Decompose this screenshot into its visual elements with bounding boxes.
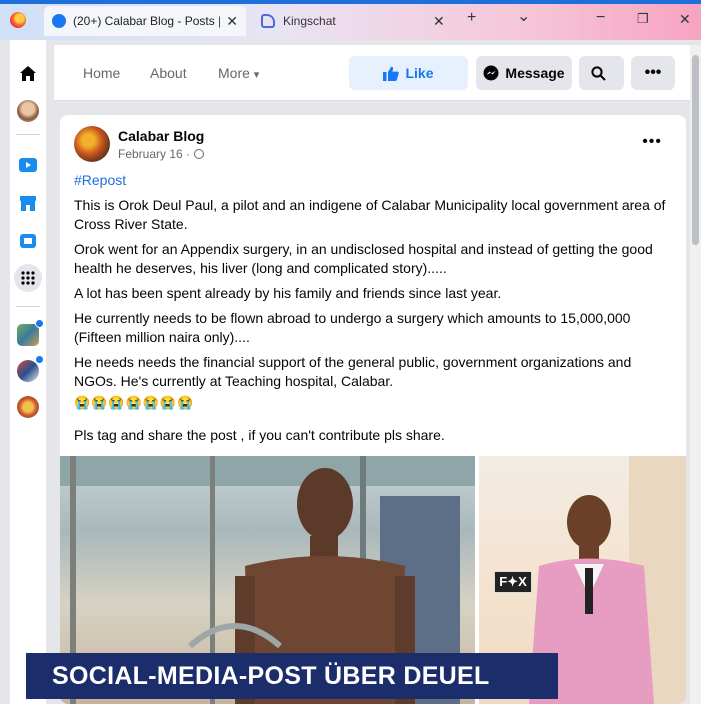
messenger-icon — [483, 65, 499, 81]
tab-list-dropdown-icon[interactable]: ⌄ — [517, 6, 530, 26]
post-paragraph: He currently needs to be flown abroad to… — [74, 310, 631, 345]
menu-grid-icon[interactable] — [14, 264, 42, 292]
post-share-line: Pls tag and share the post , if you can'… — [74, 427, 445, 443]
fix-logo: F✦X — [494, 571, 532, 593]
facebook-favicon-icon — [52, 14, 66, 28]
nav-about-link[interactable]: About — [150, 65, 187, 81]
hashtag-link[interactable]: #Repost — [74, 172, 126, 188]
thumbs-up-icon — [383, 66, 400, 81]
message-button[interactable]: Message — [476, 56, 572, 90]
page-avatar[interactable] — [74, 126, 110, 162]
search-button[interactable] — [579, 56, 624, 90]
post-options-button[interactable]: ••• — [642, 133, 662, 151]
window-close-button[interactable]: ✕ — [679, 11, 691, 28]
rail-divider — [16, 134, 40, 135]
window-restore-button[interactable]: ❐ — [637, 11, 649, 27]
shortcut-profile-icon[interactable] — [15, 394, 41, 420]
rail-divider — [16, 306, 40, 307]
home-icon[interactable] — [15, 60, 41, 86]
profile-icon[interactable] — [15, 98, 41, 124]
watch-icon[interactable] — [15, 152, 41, 178]
nav-home-link[interactable]: Home — [83, 65, 120, 81]
caret-down-icon: ▾ — [253, 69, 260, 81]
post-meta: February 16 · — [118, 147, 205, 161]
window-minimize-button[interactable]: − — [596, 9, 605, 27]
tab-kingschat[interactable]: Kingschat ✕ — [255, 6, 455, 36]
post-paragraph: He needs needs the financial support of … — [74, 354, 632, 389]
browser-tab-strip: (20+) Calabar Blog - Posts | Face ✕ King… — [0, 0, 701, 40]
post-card: Calabar Blog February 16 · ••• #Repost T… — [60, 115, 686, 704]
caption-banner: SOCIAL-MEDIA-POST ÜBER DEUEL — [26, 653, 558, 699]
tab-title: (20+) Calabar Blog - Posts | Face — [73, 14, 221, 28]
post-author[interactable]: Calabar Blog — [118, 128, 204, 144]
notification-dot-icon — [35, 355, 44, 364]
crying-emoji-row: 😭😭😭😭😭😭😭 — [74, 395, 195, 410]
notification-dot-icon — [35, 319, 44, 328]
tab-close-icon[interactable]: ✕ — [433, 13, 445, 30]
like-page-button[interactable]: Like — [349, 56, 468, 90]
scrollbar-thumb[interactable] — [692, 55, 699, 245]
left-icon-rail — [10, 40, 46, 704]
kingschat-icon — [261, 14, 275, 28]
marketplace-icon[interactable] — [15, 190, 41, 216]
page-options-button[interactable]: ••• — [631, 56, 675, 90]
shortcut-group-icon[interactable] — [15, 319, 44, 348]
search-icon — [591, 65, 606, 81]
nav-more-link[interactable]: More ▾ — [218, 65, 259, 81]
tab-calabar-blog[interactable]: (20+) Calabar Blog - Posts | Face ✕ — [44, 6, 246, 36]
nav-more-label: More — [218, 65, 250, 81]
post-date[interactable]: February 16 · — [118, 147, 190, 161]
new-tab-button[interactable]: + — [467, 9, 476, 27]
globe-icon — [194, 149, 205, 159]
shortcut-page-icon[interactable] — [15, 355, 44, 384]
post-paragraph: This is Orok Deul Paul, a pilot and an i… — [74, 197, 666, 232]
firefox-icon[interactable] — [10, 12, 26, 28]
like-label: Like — [405, 65, 434, 81]
page-header: Home About More ▾ Like Message ••• — [54, 45, 691, 101]
post-paragraph: A lot has been spent already by his fami… — [74, 285, 502, 301]
message-label: Message — [505, 65, 565, 81]
tab-title: Kingschat — [283, 14, 336, 28]
post-body: This is Orok Deul Paul, a pilot and an i… — [74, 196, 674, 412]
tab-close-icon[interactable]: ✕ — [226, 13, 238, 30]
gaming-icon[interactable] — [15, 228, 41, 254]
post-paragraph: Orok went for an Appendix surgery, in an… — [74, 241, 653, 276]
tab-strip-accent-line — [0, 0, 701, 4]
